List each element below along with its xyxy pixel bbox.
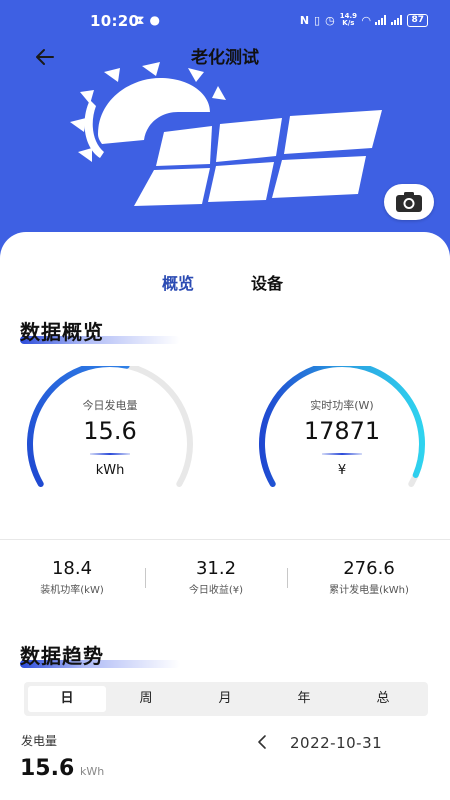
battery-icon: 87 [407, 13, 428, 27]
stat-label: 累计发电量(kWh) [329, 585, 409, 596]
hourglass-icon: ⧗ [136, 13, 145, 27]
tab-overview[interactable]: 概览 [162, 270, 194, 294]
stats-row: 18.4 装机功率(kW) 31.2 今日收益(¥) 276.6 累计发电量(k… [0, 558, 450, 598]
trend-metric-label: 发电量 [21, 734, 58, 748]
trend-date: 2022-10-31 [290, 734, 383, 752]
content-card: 概览 设备 数据概览 今日发电量 15.6 kWh 实时功率(W) 17871 … [0, 232, 450, 800]
trend-value: 15.6 [20, 756, 75, 781]
nfc-icon: N [299, 13, 310, 27]
gauge-label: 实时功率(W) [310, 399, 374, 412]
signal-icon-2 [391, 15, 403, 25]
gauge-unit: ¥ [337, 463, 347, 478]
tab-bar: 概览 设备 [0, 270, 450, 300]
chevron-left-icon [258, 735, 266, 749]
status-time: 10:20 [90, 12, 140, 30]
section-title-trend: 数据趋势 [20, 644, 104, 668]
stat-today-income: 31.2 今日收益(¥) [146, 558, 286, 596]
notification-icons: ⧗ ● [136, 13, 160, 28]
signal-icon [375, 15, 387, 25]
stat-value: 276.6 [343, 558, 395, 579]
previous-date-button[interactable] [255, 732, 269, 752]
stat-installed-power: 18.4 装机功率(kW) [2, 558, 142, 596]
section-title-overview: 数据概览 [20, 320, 104, 344]
gauge-today-generation: 今日发电量 15.6 kWh [20, 366, 200, 506]
gauge-unit: kWh [95, 463, 125, 478]
stat-value: 18.4 [51, 558, 93, 579]
period-selector: 日 周 月 年 总 [24, 682, 428, 716]
gauge-value: 15.6 [83, 417, 137, 445]
alarm-icon: ◷ [325, 13, 335, 27]
status-bar: 10:20 ⧗ ● N ▯ ◷ 14.9 K/s ◠ 87 [0, 0, 450, 40]
tab-device[interactable]: 设备 [251, 270, 283, 294]
period-day[interactable]: 日 [28, 686, 106, 712]
status-right: N ▯ ◷ 14.9 K/s ◠ 87 [300, 13, 428, 27]
vibrate-icon: ▯ [314, 13, 321, 27]
gauge-value: 17871 [303, 417, 381, 445]
period-total[interactable]: 总 [344, 686, 422, 712]
gauge-realtime-power: 实时功率(W) 17871 ¥ [252, 366, 432, 506]
gauge-label: 今日发电量 [82, 399, 138, 412]
stat-separator [287, 568, 288, 588]
wifi-icon: ◠ [362, 13, 371, 27]
trend-unit: kWh [80, 765, 105, 778]
divider [0, 539, 450, 540]
wechat-icon: ● [149, 13, 160, 27]
period-week[interactable]: 周 [107, 686, 185, 712]
gauge-divider [90, 453, 130, 455]
stat-label: 今日收益(¥) [188, 585, 244, 596]
gauge-divider [322, 453, 362, 455]
camera-button[interactable] [384, 184, 434, 220]
stat-total-generation: 276.6 累计发电量(kWh) [299, 558, 439, 596]
period-month[interactable]: 月 [186, 686, 264, 712]
stat-value: 31.2 [195, 558, 237, 579]
camera-icon [396, 192, 422, 212]
stat-label: 装机功率(kW) [40, 585, 104, 596]
solar-panel-icon [70, 62, 382, 206]
period-year[interactable]: 年 [265, 686, 343, 712]
net-speed: 14.9 K/s [339, 12, 357, 27]
